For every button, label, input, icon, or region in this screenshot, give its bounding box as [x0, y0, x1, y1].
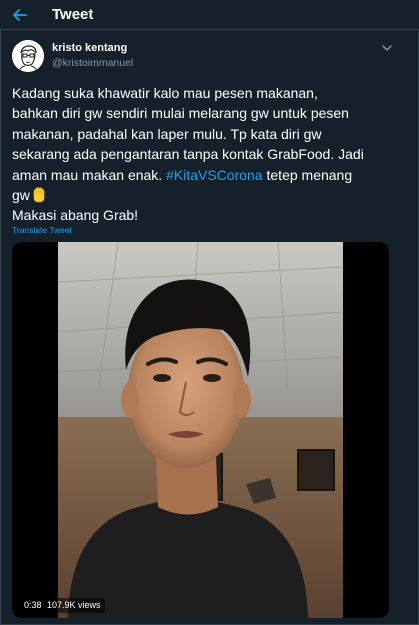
- author-display-name[interactable]: kristo kentang: [52, 42, 127, 54]
- translate-tweet-link[interactable]: Translate Tweet: [12, 225, 72, 235]
- tweet-line: aman mau makan enak. #KitaVSCorona tetep…: [12, 165, 412, 185]
- tweet-text-segment: aman mau makan enak.: [12, 166, 167, 183]
- tweet-line: Kadang suka khawatir kalo mau pesen maka…: [12, 85, 318, 101]
- tweet-text-segment: gw: [12, 186, 30, 203]
- video-player[interactable]: [12, 242, 389, 618]
- hashtag-link[interactable]: #KitaVSCorona: [166, 167, 263, 183]
- tweet-line: makanan, padahal kan laper mulu. Tp kata…: [12, 125, 322, 142]
- back-button[interactable]: [6, 2, 34, 28]
- page-title: Tweet: [52, 6, 94, 23]
- arrow-left-icon: [13, 9, 27, 21]
- video-thumbnail: [58, 242, 343, 618]
- tweet-line: Makasi abang Grab!: [12, 207, 139, 224]
- video-views-badge: 107.9K views: [43, 598, 105, 613]
- tweet-line: sekarang ada pengantaran tanpa kontak Gr…: [12, 146, 364, 163]
- tweet-line: gw: [12, 185, 412, 205]
- cartoon-face-avatar: [12, 40, 44, 72]
- tweet-text-segment: tetep menang: [262, 166, 353, 183]
- chevron-down-icon: [382, 44, 392, 51]
- tweet-line: bahkan diri gw sendiri mulai melarang gw…: [12, 105, 349, 122]
- video-duration-badge: 0:38: [20, 598, 46, 613]
- page-header: Tweet: [0, 0, 419, 30]
- raised-fist-emoji: [31, 186, 47, 203]
- more-options-button[interactable]: [379, 41, 395, 55]
- author-handle[interactable]: @kristoimmanuel: [52, 57, 133, 69]
- avatar[interactable]: [12, 40, 44, 72]
- tweet-text: Kadang suka khawatir kalo mau pesen maka…: [12, 83, 412, 226]
